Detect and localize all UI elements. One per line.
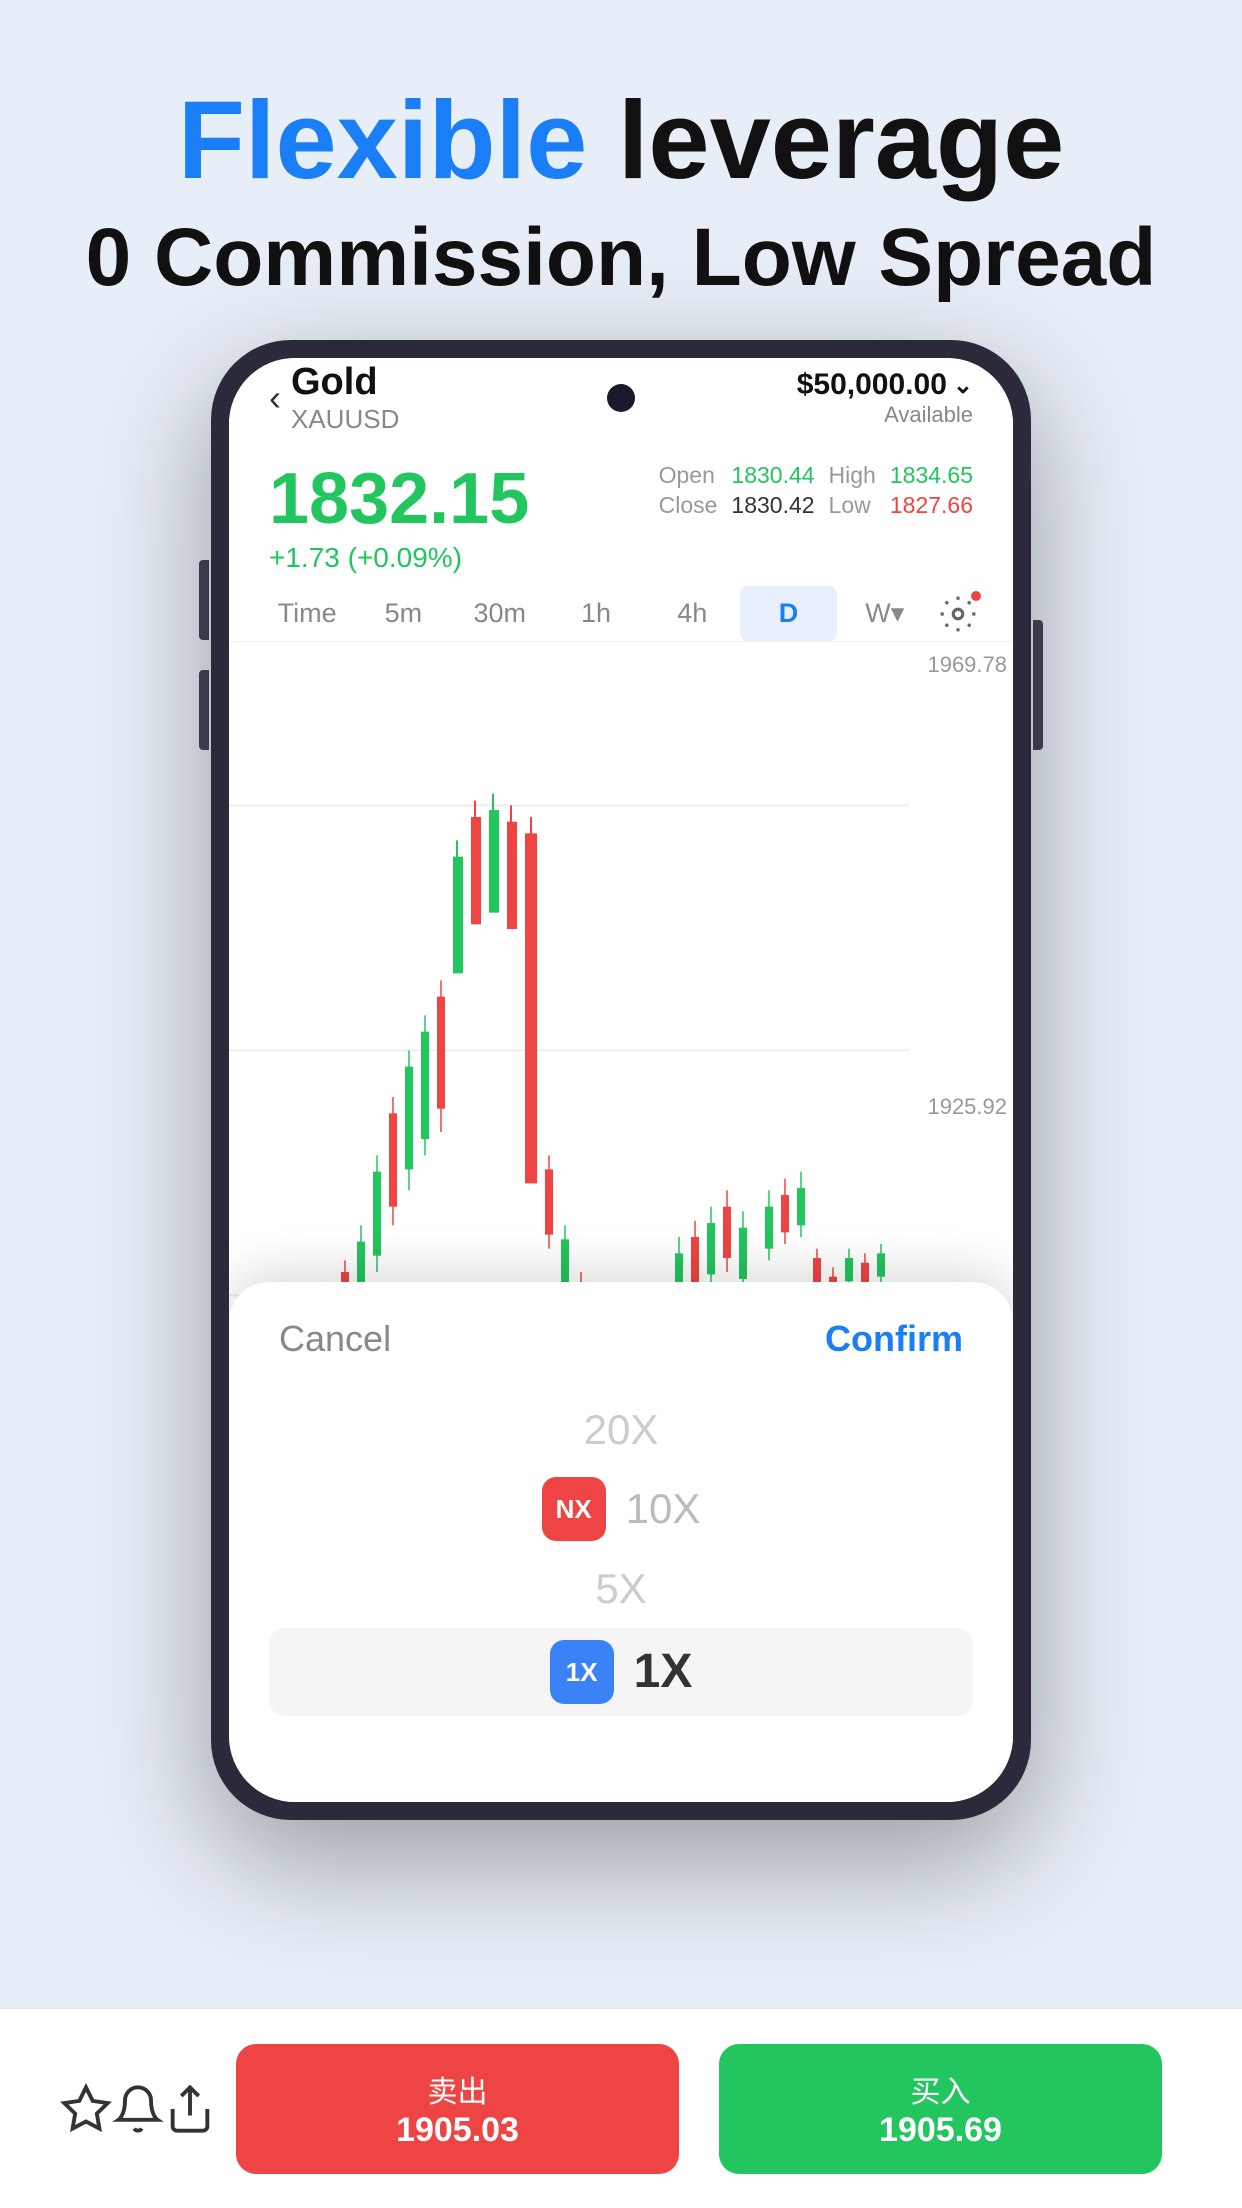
tf-4h[interactable]: 4h xyxy=(644,586,740,641)
confirm-button[interactable]: Confirm xyxy=(825,1318,963,1360)
sell-button[interactable]: 卖出 1905.03 xyxy=(236,2044,679,2174)
price-change: +1.73 (+0.09%) xyxy=(269,542,529,574)
phone-frame: ‹ Gold XAUUSD $50,000.00 ⌄ Available xyxy=(211,340,1031,1820)
chart-price-top: 1969.78 xyxy=(927,652,1007,678)
low-label: Low xyxy=(829,492,876,519)
buy-label: 买入 xyxy=(911,2067,971,2111)
share-icon[interactable] xyxy=(164,2083,216,2135)
notification-icon[interactable] xyxy=(112,2083,164,2135)
bottom-action-bar: 卖出 1905.03 买入 1905.69 xyxy=(0,2008,1242,2208)
balance-info: $50,000.00 ⌄ Available xyxy=(797,368,973,428)
leverage-option-5x[interactable]: 5X xyxy=(229,1549,1013,1628)
tf-w[interactable]: W▾ xyxy=(837,586,933,641)
open-value: 1830.44 xyxy=(731,462,814,489)
leverage-option-20x[interactable]: 20X xyxy=(229,1390,1013,1469)
side-button-left-top xyxy=(199,560,209,640)
open-label: Open xyxy=(659,462,718,489)
asset-name: Gold xyxy=(291,361,399,404)
buy-button[interactable]: 买入 1905.69 xyxy=(719,2044,1162,2174)
tf-1h[interactable]: 1h xyxy=(548,586,644,641)
close-label: Close xyxy=(659,492,718,519)
settings-notification-dot xyxy=(971,591,981,601)
low-value: 1827.66 xyxy=(890,492,973,519)
current-price: 1832.15 xyxy=(269,458,529,540)
buy-price: 1905.69 xyxy=(879,2111,1002,2150)
leverage-option-1x-selected[interactable]: 1X 1X xyxy=(269,1628,973,1716)
price-section: 1832.15 +1.73 (+0.09%) Open 1830.44 High… xyxy=(229,438,1013,584)
tf-5m[interactable]: 5m xyxy=(355,586,451,641)
high-value: 1834.65 xyxy=(890,462,973,489)
back-button[interactable]: ‹ xyxy=(269,377,281,419)
leverage-list: 20X NX 10X 5X 1X 1X xyxy=(229,1380,1013,1726)
balance-label: Available xyxy=(797,402,973,428)
header-subtitle: 0 Commission, Low Spread xyxy=(60,211,1182,305)
asset-symbol: XAUUSD xyxy=(291,404,399,435)
leverage-value-10x: 10X xyxy=(626,1485,701,1533)
tf-30m[interactable]: 30m xyxy=(452,586,548,641)
onex-badge: 1X xyxy=(550,1640,614,1704)
camera-notch xyxy=(607,384,635,412)
header-title: Flexible leverage xyxy=(60,80,1182,201)
header-section: Flexible leverage 0 Commission, Low Spre… xyxy=(0,0,1242,345)
timeframe-bar: Time 5m 30m 1h 4h D W▾ xyxy=(229,586,1013,642)
sell-label: 卖出 xyxy=(428,2067,488,2111)
side-button-right xyxy=(1033,620,1043,750)
high-label: High xyxy=(829,462,876,489)
header-title-black: leverage xyxy=(587,79,1064,202)
watchlist-icon[interactable] xyxy=(60,2083,112,2135)
overlay-header: Cancel Confirm xyxy=(229,1282,1013,1380)
sell-price: 1905.03 xyxy=(396,2111,519,2150)
leverage-value-1x: 1X xyxy=(634,1636,693,1708)
leverage-picker-overlay: Cancel Confirm 20X NX 10X 5X 1X xyxy=(229,1282,1013,1802)
phone-screen: ‹ Gold XAUUSD $50,000.00 ⌄ Available xyxy=(229,358,1013,1802)
nx-badge: NX xyxy=(542,1477,606,1541)
cancel-button[interactable]: Cancel xyxy=(279,1318,391,1360)
balance-amount[interactable]: $50,000.00 ⌄ xyxy=(797,368,973,402)
leverage-option-10x[interactable]: NX 10X xyxy=(229,1469,1013,1549)
header-title-blue: Flexible xyxy=(178,79,588,202)
chart-settings[interactable] xyxy=(933,589,983,639)
close-value: 1830.42 xyxy=(731,492,814,519)
phone-wrapper: ‹ Gold XAUUSD $50,000.00 ⌄ Available xyxy=(211,340,1031,1910)
tf-time[interactable]: Time xyxy=(259,586,355,641)
side-button-left-bottom xyxy=(199,670,209,750)
chart-price-mid: 1925.92 xyxy=(927,1094,1007,1120)
tf-d[interactable]: D xyxy=(740,586,836,641)
